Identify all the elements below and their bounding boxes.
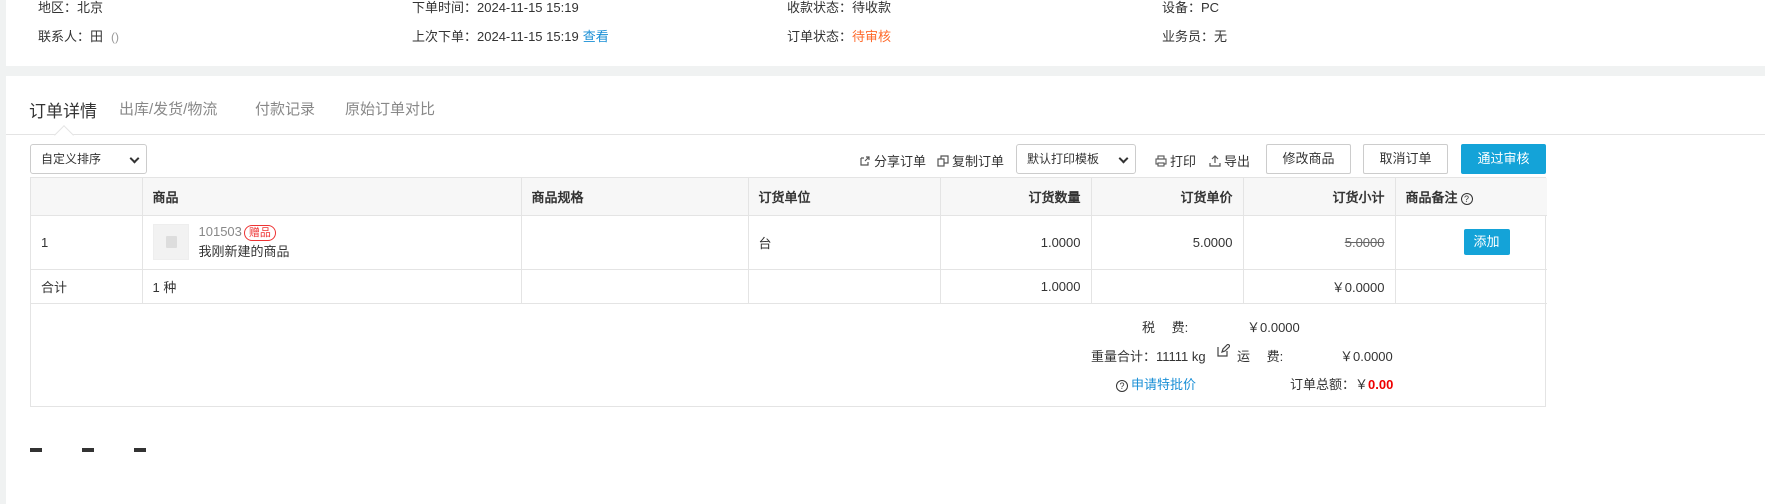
device-info: 设备：PC (1162, 0, 1220, 15)
order-status-info: 订单状态：待审核 (787, 26, 891, 45)
question-circle-icon: ? (1116, 380, 1128, 392)
freight-label: 运 费: (1237, 349, 1284, 364)
approve-button[interactable]: 通过审核 (1461, 144, 1546, 174)
sort-select[interactable]: 自定义排序 (30, 144, 147, 174)
row-index: 1 (31, 215, 143, 270)
help-icon[interactable]: ? (1460, 192, 1473, 205)
tab-bar: 订单详情 出库/发货/物流 付款记录 原始订单对比 (6, 76, 1765, 145)
export-button[interactable]: 导出 (1209, 151, 1250, 170)
table-header-row: 商品 商品规格 订货单位 订货数量 订货单价 订货小计 商品备注? (31, 178, 1547, 216)
order-time-info: 下单时间：2024-11-15 15:19 (412, 0, 579, 15)
order-status-badge: 待审核 (852, 29, 892, 44)
col-price-header: 订货单价 (1091, 178, 1244, 216)
order-totals: 税 费: ￥0.0000 重量合计：11111 kg 运 费: ￥0.0000 … (31, 303, 1547, 408)
apply-special-price-label: 申请特批价 (1131, 377, 1197, 392)
contact-info: 联系人：田 () (38, 26, 119, 45)
tab-order-detail[interactable]: 订单详情 (29, 97, 97, 122)
tab-shipping[interactable]: 出库/发货/物流 (119, 98, 217, 119)
tax-label: 税 费: (1142, 320, 1189, 335)
sum-qty: 1.0000 (940, 269, 1092, 304)
tab-payment-records[interactable]: 付款记录 (255, 98, 315, 119)
order-total-value: 0.00 (1368, 377, 1394, 392)
goods-table: 商品 商品规格 订货单位 订货数量 订货单价 订货小计 商品备注? 1 1015… (31, 178, 1547, 304)
col-remark-header: 商品备注? (1395, 178, 1547, 216)
order-total-label: 订单总额：￥ (1290, 377, 1369, 392)
col-goods-header: 商品 (142, 178, 522, 216)
sum-unit-empty (748, 269, 941, 304)
goods-unit: 台 (748, 215, 941, 270)
edit-goods-button[interactable]: 修改商品 (1266, 144, 1351, 174)
copy-icon (937, 154, 949, 167)
print-template-select[interactable]: 默认打印模板 (1016, 144, 1136, 174)
goods-subtotal-value: 5.0000 (1344, 234, 1385, 250)
toolbar: 自定义排序 分享订单 复制订单 默认打印模板 打印 导出 修改商品 取消订单 通… (6, 144, 1765, 176)
apply-special-price-link[interactable]: ? 申请特批价 (1116, 374, 1196, 393)
goods-price: 5.0000 (1091, 215, 1244, 270)
order-total: 订单总额：￥0.00 (1290, 374, 1393, 393)
print-button[interactable]: 打印 (1155, 151, 1196, 170)
region-info: 地区：北京 (38, 0, 104, 15)
view-last-order-link[interactable]: 查看 (583, 29, 609, 44)
edit-icon (1217, 343, 1231, 357)
sum-label: 合计 (31, 269, 143, 304)
col-remark-label: 商品备注 (1405, 189, 1458, 205)
next-section-heading-peek (30, 440, 190, 460)
contact-extra: () (111, 30, 120, 44)
copy-order-button[interactable]: 复制订单 (937, 151, 1004, 170)
table-row: 1 101503 赠品 我刚新建的商品 台 1.0000 5.0000 5.00… (31, 215, 1547, 270)
goods-thumbnail[interactable] (152, 224, 189, 260)
chevron-down-icon (1118, 153, 1129, 164)
col-index-header (31, 178, 143, 216)
gift-badge: 赠品 (243, 225, 276, 241)
last-order-info: 上次下单：2024-11-15 15:19 查看 (412, 26, 609, 45)
col-spec-header: 商品规格 (521, 178, 749, 216)
edit-freight-button[interactable] (1217, 343, 1231, 360)
order-detail-card: 订单详情 出库/发货/物流 付款记录 原始订单对比 自定义排序 分享订单 复制订… (6, 76, 1765, 504)
sum-spec-empty (521, 269, 749, 304)
freight-value: ￥0.0000 (1340, 349, 1393, 364)
goods-qty: 1.0000 (940, 215, 1092, 270)
share-order-button[interactable]: 分享订单 (859, 151, 926, 170)
goods-subtotal: 5.0000 (1243, 215, 1396, 270)
chevron-down-icon (129, 153, 140, 164)
last-order-label: 上次下单：2024-11-15 15:19 (412, 29, 579, 44)
active-tab-indicator (54, 125, 74, 145)
share-order-label: 分享订单 (874, 154, 927, 169)
add-remark-button[interactable]: 添加 (1463, 229, 1510, 255)
weight-total: 重量合计：11111 kg (1091, 349, 1206, 364)
col-subtotal-header: 订货小计 (1243, 178, 1396, 216)
copy-order-label: 复制订单 (952, 154, 1005, 169)
printer-icon (1155, 154, 1167, 167)
col-unit-header: 订货单位 (748, 178, 941, 216)
print-label: 打印 (1170, 154, 1197, 169)
sum-remark-empty (1395, 269, 1547, 304)
sum-row: 合计 1 种 1.0000 ￥0.0000 (31, 269, 1547, 304)
order-info-card: 地区：北京 下单时间：2024-11-15 15:19 收款状态：待收款 设备：… (6, 0, 1765, 66)
sum-price-empty (1091, 269, 1244, 304)
goods-name: 我刚新建的商品 (198, 244, 290, 259)
export-icon (1209, 154, 1221, 167)
salesperson-info: 业务员：无 (1162, 29, 1228, 44)
contact-label: 联系人：田 (38, 29, 104, 44)
order-status-label: 订单状态： (787, 29, 853, 44)
goods-table-container: 商品 商品规格 订货单位 订货数量 订货单价 订货小计 商品备注? 1 1015… (30, 177, 1547, 408)
text-fragment (30, 448, 42, 452)
share-icon (860, 155, 870, 166)
cancel-order-button[interactable]: 取消订单 (1363, 144, 1448, 174)
col-qty-header: 订货数量 (940, 178, 1092, 216)
text-fragment (134, 448, 146, 452)
sum-subtotal: ￥0.0000 (1243, 269, 1396, 304)
payment-status-info: 收款状态：待收款 (787, 0, 892, 15)
sort-select-value: 自定义排序 (41, 152, 102, 166)
goods-remark: 添加 (1395, 215, 1547, 270)
goods-spec (521, 215, 749, 270)
print-template-value: 默认打印模板 (1027, 152, 1100, 166)
sum-kinds: 1 种 (142, 269, 522, 304)
text-fragment (82, 448, 94, 452)
goods-code: 101503 (198, 224, 242, 239)
tab-original-order-compare[interactable]: 原始订单对比 (345, 98, 435, 119)
goods-cell: 101503 赠品 我刚新建的商品 (142, 215, 522, 270)
export-label: 导出 (1224, 154, 1251, 169)
tax-value: ￥0.0000 (1247, 320, 1300, 335)
